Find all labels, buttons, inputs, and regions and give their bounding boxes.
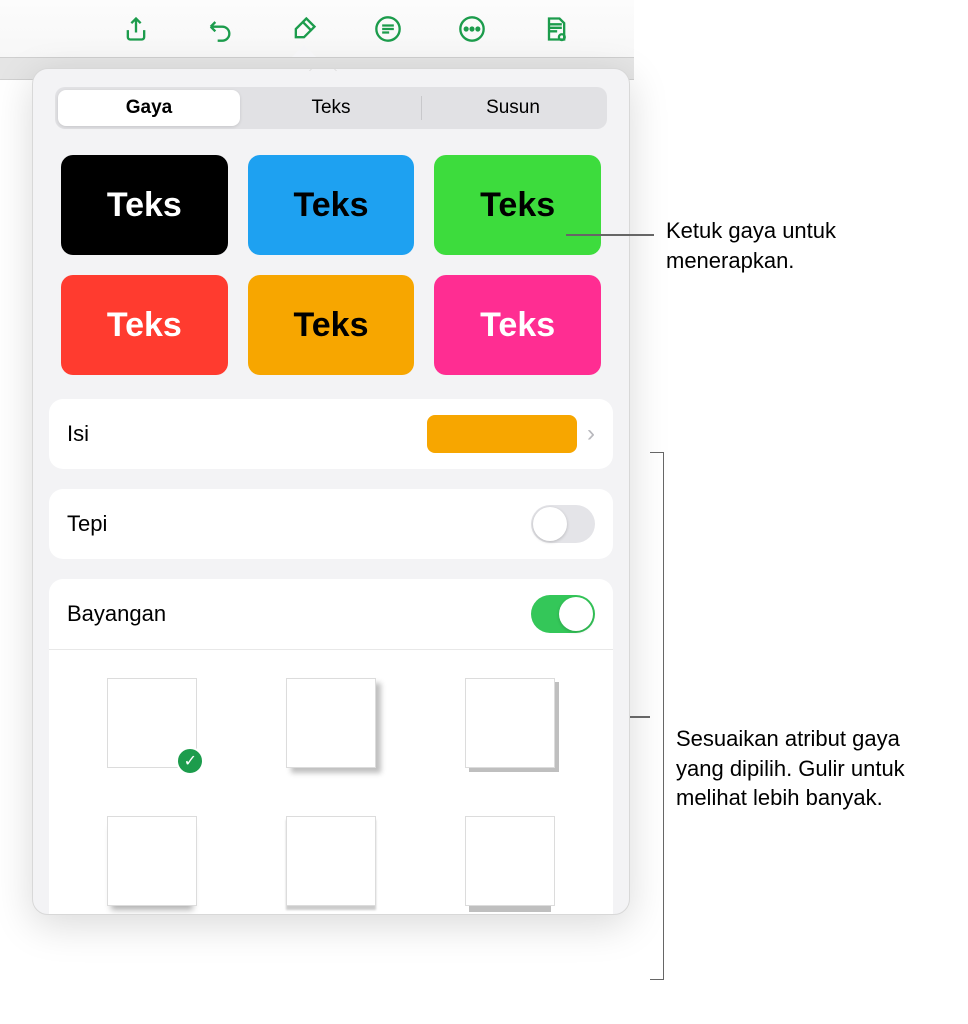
callout-line-2	[630, 716, 650, 718]
style-preset-pink[interactable]: Teks	[434, 275, 601, 375]
share-icon[interactable]	[118, 11, 154, 47]
list-icon[interactable]	[370, 11, 406, 47]
callout-apply-style: Ketuk gaya untuk menerapkan.	[666, 216, 926, 275]
shadow-option-drop[interactable]	[286, 678, 376, 768]
shadow-option-contact[interactable]	[107, 816, 197, 906]
style-preset-red[interactable]: Teks	[61, 275, 228, 375]
toolbar	[0, 0, 634, 58]
shadow-option-none[interactable]: ✓	[107, 678, 197, 768]
shadow-options-grid: ✓	[49, 650, 613, 914]
style-label: Teks	[107, 186, 182, 225]
style-preset-black[interactable]: Teks	[61, 155, 228, 255]
more-icon[interactable]	[454, 11, 490, 47]
document-view-icon[interactable]	[538, 11, 574, 47]
fill-label: Isi	[67, 421, 89, 447]
style-label: Teks	[294, 306, 369, 345]
tab-gaya[interactable]: Gaya	[58, 90, 240, 126]
style-preset-orange[interactable]: Teks	[248, 275, 415, 375]
shadow-toggle[interactable]	[531, 595, 595, 633]
border-section: Tepi	[49, 489, 613, 559]
tab-label: Susun	[486, 97, 540, 119]
tab-susun[interactable]: Susun	[422, 90, 604, 126]
style-preset-green[interactable]: Teks	[434, 155, 601, 255]
border-row: Tepi	[49, 489, 613, 559]
tab-label: Teks	[311, 97, 350, 119]
style-label: Teks	[107, 306, 182, 345]
shadow-option-below[interactable]	[286, 816, 376, 906]
style-preset-grid: Teks Teks Teks Teks Teks Teks	[33, 143, 629, 399]
border-toggle[interactable]	[531, 505, 595, 543]
shadow-section: Bayangan ✓	[49, 579, 613, 914]
shadow-label: Bayangan	[67, 601, 166, 627]
tab-label: Gaya	[126, 97, 172, 119]
chevron-right-icon: ›	[587, 420, 595, 448]
checkmark-icon: ✓	[176, 747, 204, 775]
callout-bracket	[650, 452, 664, 980]
style-label: Teks	[480, 186, 555, 225]
tab-teks[interactable]: Teks	[240, 90, 422, 126]
tab-segmented-control: Gaya Teks Susun	[55, 87, 607, 129]
shadow-option-offset[interactable]	[465, 678, 555, 768]
format-popover: Gaya Teks Susun Teks Teks Teks Teks Teks…	[32, 68, 630, 915]
shadow-option-curved[interactable]	[465, 816, 555, 906]
callout-customize: Sesuaikan atribut gaya yang dipilih. Gul…	[676, 724, 936, 813]
style-label: Teks	[480, 306, 555, 345]
fill-row[interactable]: Isi ›	[49, 399, 613, 469]
border-label: Tepi	[67, 511, 107, 537]
callout-line-1	[566, 234, 654, 236]
style-label: Teks	[294, 186, 369, 225]
fill-section: Isi ›	[49, 399, 613, 469]
shadow-header-row: Bayangan	[49, 579, 613, 650]
fill-color-swatch[interactable]	[427, 415, 577, 453]
format-brush-icon[interactable]	[286, 11, 322, 47]
undo-icon[interactable]	[202, 11, 238, 47]
style-preset-blue[interactable]: Teks	[248, 155, 415, 255]
